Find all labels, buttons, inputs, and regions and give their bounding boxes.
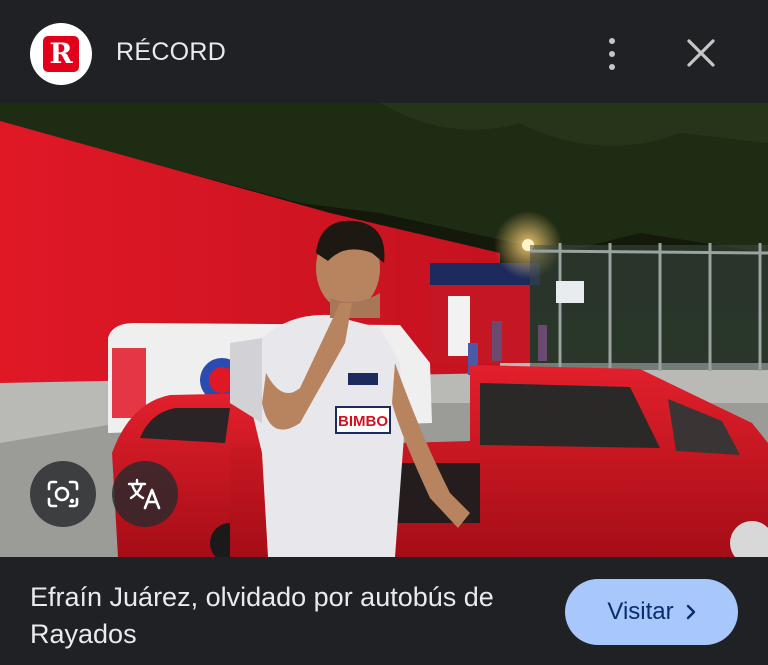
viewer-footer: Efraín Juárez, olvidado por autobús de R… <box>0 557 768 665</box>
article-title[interactable]: Efraín Juárez, olvidado por autobús de R… <box>30 579 550 653</box>
translate-icon[interactable] <box>112 461 178 527</box>
close-icon[interactable] <box>684 36 718 70</box>
record-logo-mark: R <box>43 36 79 72</box>
chevron-right-icon <box>686 604 695 620</box>
visit-button-label: Visitar <box>607 598 674 625</box>
viewer-header: R RÉCORD <box>0 0 768 103</box>
google-lens-icon[interactable] <box>30 461 96 527</box>
record-logo[interactable]: R <box>30 23 92 85</box>
more-vert-icon[interactable] <box>596 34 628 74</box>
jersey-sponsor-text: BIMBO <box>338 413 388 430</box>
visit-button[interactable]: Visitar <box>565 579 738 645</box>
source-name[interactable]: RÉCORD <box>116 38 226 67</box>
